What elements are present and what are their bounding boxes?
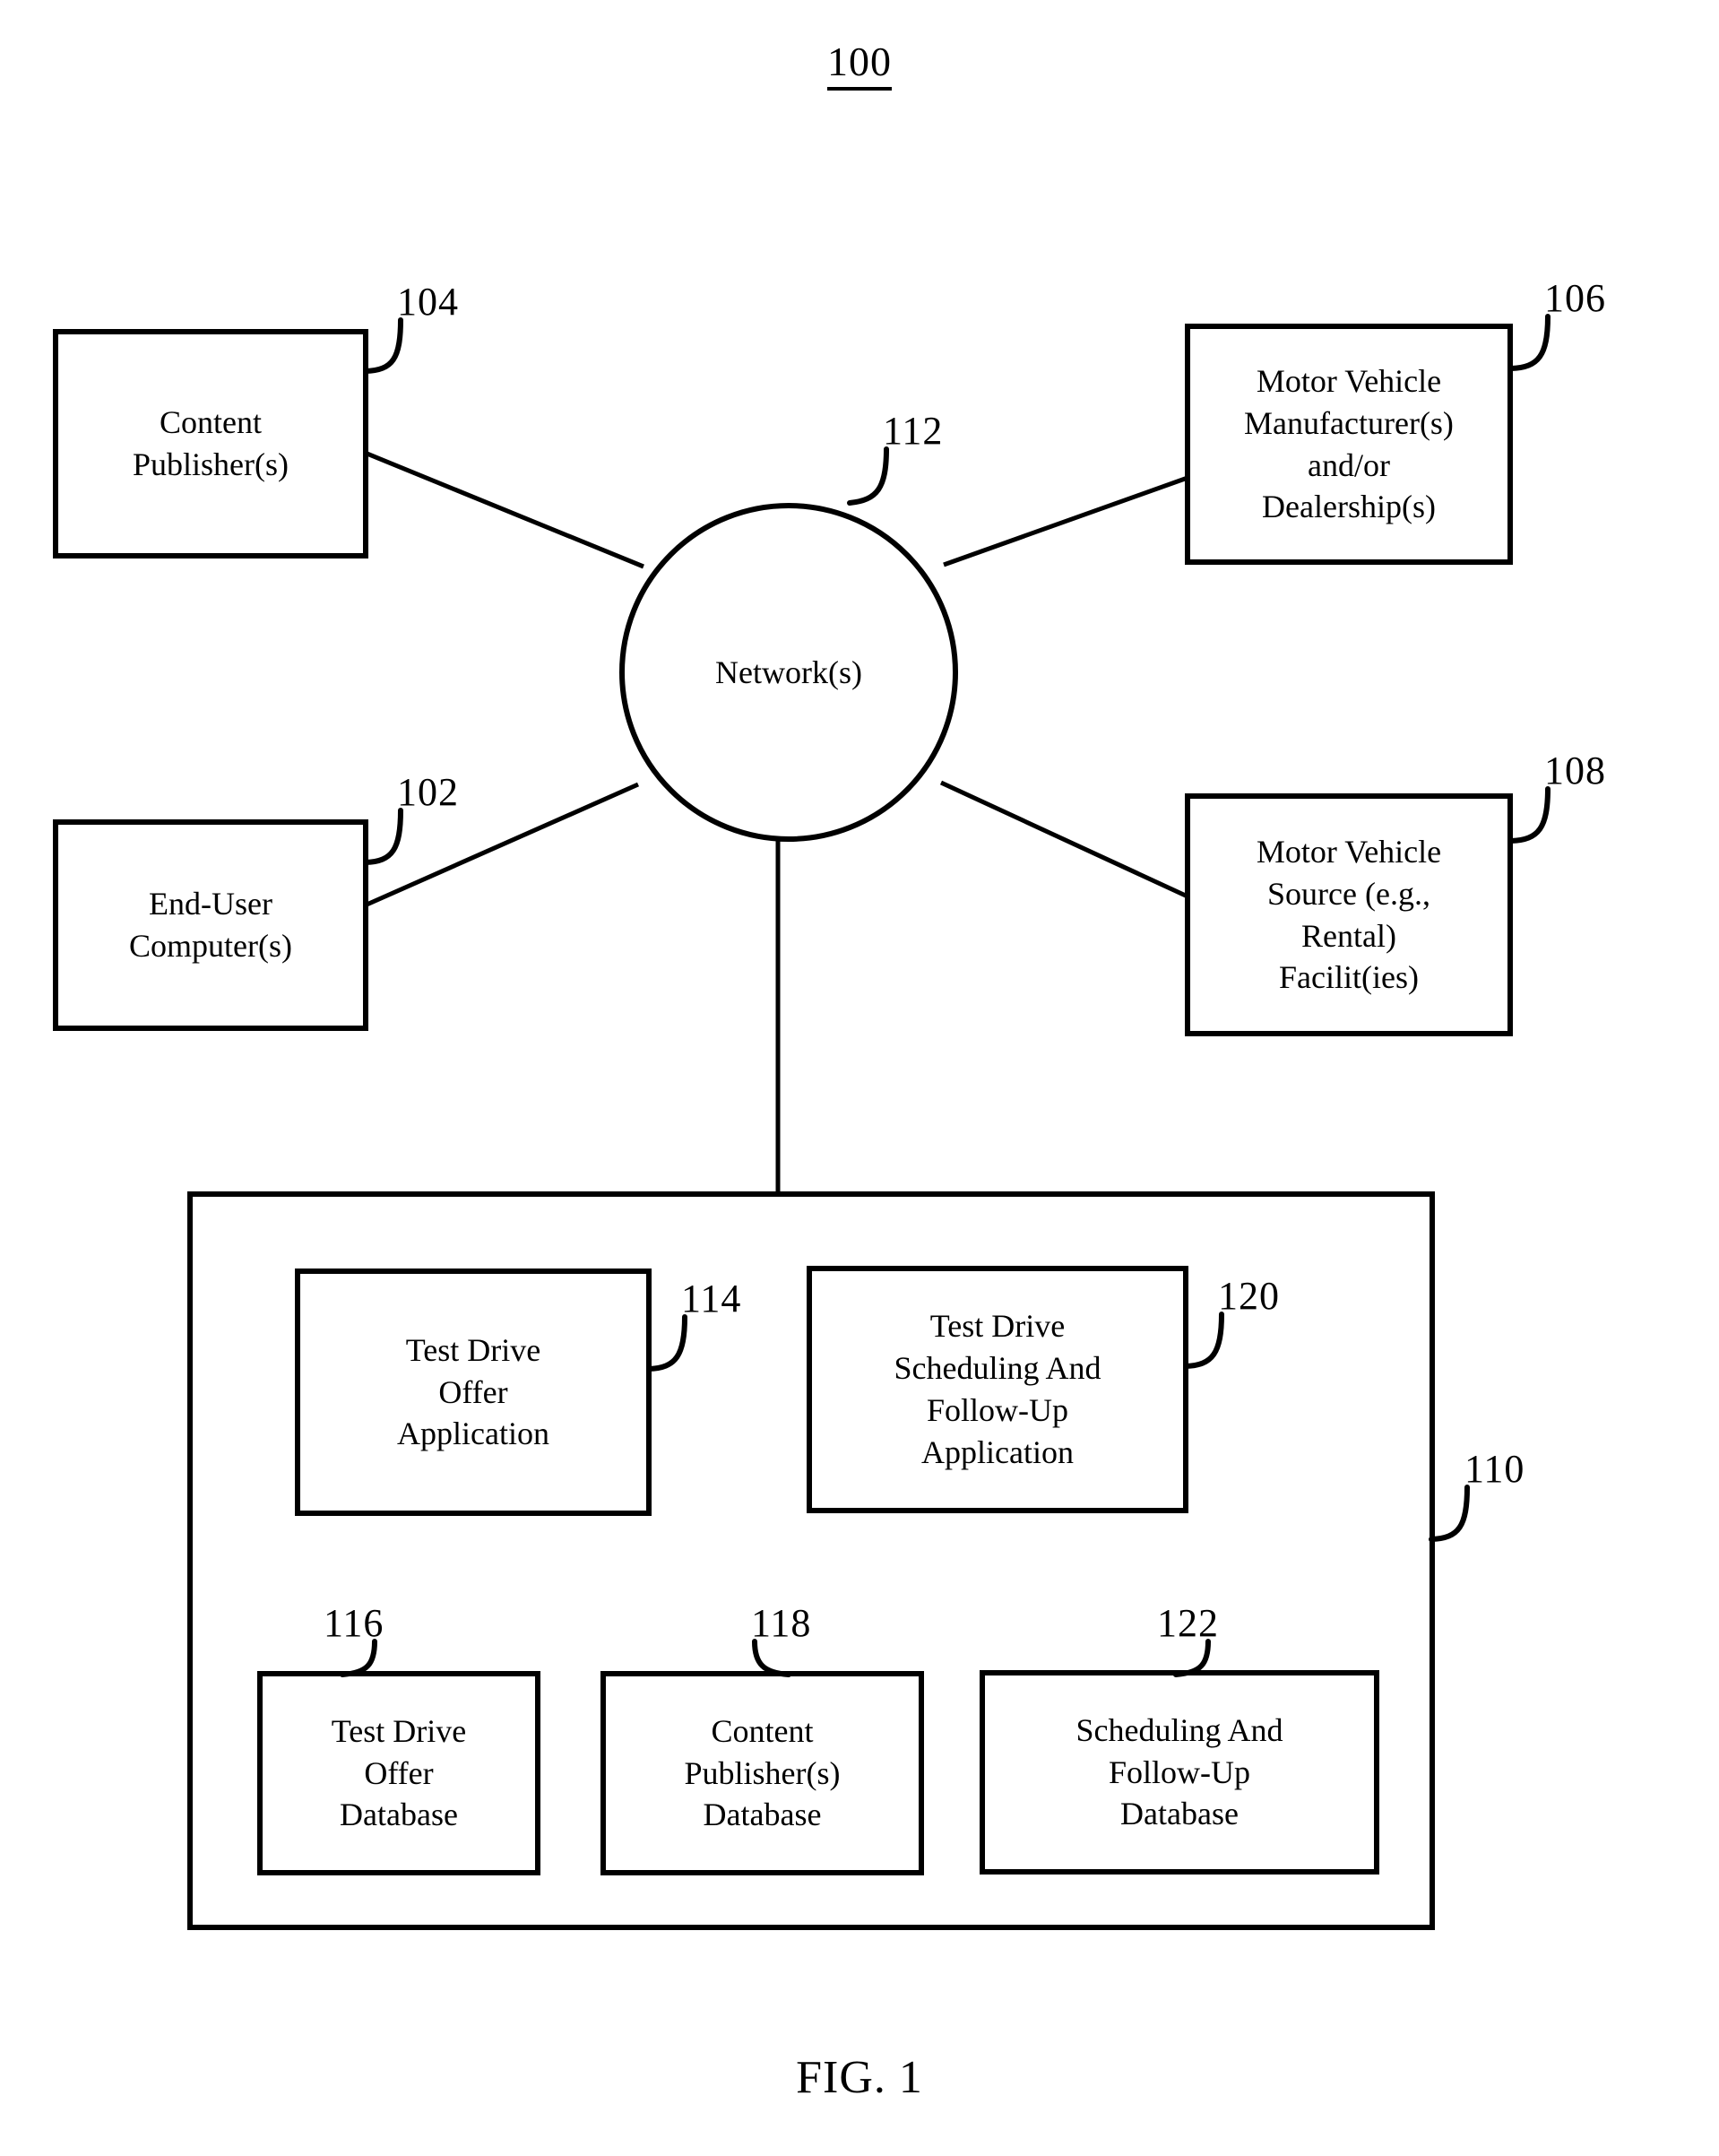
- box-content-publishers-database[interactable]: [600, 1671, 924, 1875]
- box-scheduling-followup-database[interactable]: [980, 1670, 1379, 1875]
- ref-number-122: 122: [1157, 1601, 1219, 1645]
- leader-112: [847, 446, 889, 506]
- box-test-drive-offer-application[interactable]: [295, 1268, 652, 1516]
- connector-network-to-manufacturer: [943, 475, 1188, 567]
- box-motor-vehicle-manufacturer[interactable]: [1185, 324, 1513, 565]
- connector-network-to-vehicle-source: [939, 780, 1189, 899]
- box-end-user-computers[interactable]: [53, 819, 368, 1031]
- ref-number-114: 114: [681, 1277, 742, 1320]
- ref-number-120: 120: [1218, 1274, 1280, 1318]
- box-motor-vehicle-source[interactable]: [1185, 793, 1513, 1036]
- diagram-canvas: [53, 314, 1551, 1930]
- figure-number: 100: [0, 38, 1719, 91]
- ref-number-116: 116: [324, 1601, 384, 1645]
- ref-number-108: 108: [1544, 749, 1606, 792]
- ref-number-106: 106: [1544, 276, 1606, 320]
- ref-number-110: 110: [1464, 1447, 1525, 1491]
- ref-number-112: 112: [883, 409, 944, 453]
- box-test-drive-offer-database[interactable]: [257, 1671, 540, 1875]
- box-test-drive-scheduling-application[interactable]: [807, 1266, 1188, 1513]
- ref-number-118: 118: [751, 1601, 812, 1645]
- figure-number-text: 100: [827, 39, 892, 91]
- patent-figure: 100 Content Publisher(s) Motor Vehicle M…: [0, 0, 1719, 2156]
- leader-106: [1508, 314, 1551, 371]
- leader-102: [363, 808, 403, 865]
- leader-110: [1429, 1485, 1470, 1542]
- connector-content-publishers-to-network: [364, 450, 644, 569]
- node-shapes: [53, 324, 1513, 1930]
- circle-network[interactable]: [619, 503, 958, 842]
- box-content-publishers[interactable]: [53, 329, 368, 558]
- ref-number-102: 102: [397, 770, 459, 814]
- leader-104: [363, 317, 403, 374]
- figure-caption: FIG. 1: [796, 2052, 923, 2103]
- ref-number-104: 104: [397, 280, 459, 324]
- leader-108: [1508, 786, 1551, 844]
